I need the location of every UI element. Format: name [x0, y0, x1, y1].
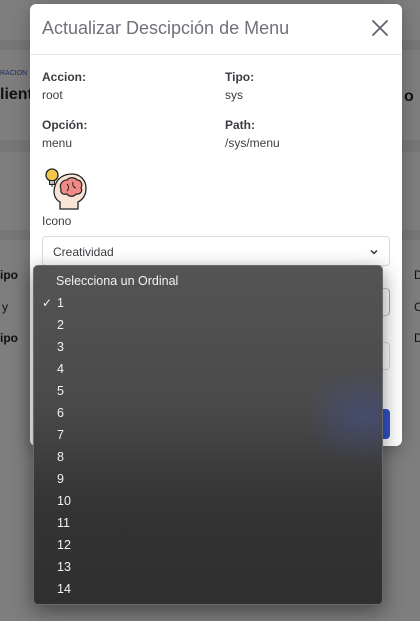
ordinal-option-label: 3 [57, 340, 64, 354]
path-value: /sys/menu [225, 136, 280, 150]
ordinal-option[interactable]: 11 [34, 512, 382, 534]
modal-title: Actualizar Descipción de Menu [42, 18, 290, 38]
ordinal-option-label: 4 [57, 362, 64, 376]
ordinal-option[interactable]: 3 [34, 336, 382, 358]
ordinal-option-label: 8 [57, 450, 64, 464]
icon-select[interactable]: Creatividad [42, 236, 390, 266]
checkmark-icon: ✓ [42, 296, 53, 310]
ordinal-option[interactable]: 13 [34, 556, 382, 578]
ordinal-option-label: 6 [57, 406, 64, 420]
dropdown-header-option[interactable]: Selecciona un Ordinal [34, 270, 382, 292]
icon-select-value: Creatividad [53, 245, 114, 259]
opcion-value: menu [42, 136, 73, 150]
ordinal-option-label: 14 [57, 582, 71, 596]
ordinal-option-label: 13 [57, 560, 71, 574]
ordinal-option-label: 5 [57, 384, 64, 398]
tipo-value: sys [225, 88, 243, 102]
ordinal-option[interactable]: 12 [34, 534, 382, 556]
ordinal-option-label: 2 [57, 318, 64, 332]
ordinal-option[interactable]: 9 [34, 468, 382, 490]
icono-label: Icono [42, 214, 72, 228]
ordinal-option[interactable]: 5 [34, 380, 382, 402]
ordinal-option-label: 9 [57, 472, 64, 486]
ordinal-option-label: 11 [57, 516, 70, 530]
ordinal-option[interactable]: 7 [34, 424, 382, 446]
tipo-label: Tipo: [225, 70, 255, 84]
ordinal-option[interactable]: 14 [34, 578, 382, 600]
path-label: Path: [225, 118, 255, 132]
ordinal-dropdown[interactable]: Selecciona un Ordinal ✓ 1 2 3 4 5 6 7 8 9 10 11 12 13… [33, 265, 383, 605]
modal-header: Actualizar Descipción de Menu [30, 4, 402, 55]
ordinal-option-label: 7 [57, 428, 64, 442]
ordinal-option[interactable]: ✓ 1 [34, 292, 382, 314]
brain-lightbulb-icon [42, 166, 88, 212]
ordinal-option[interactable]: 10 [34, 490, 382, 512]
close-button[interactable] [368, 16, 392, 40]
ordinal-option[interactable]: 8 [34, 446, 382, 468]
ordinal-option-label: 10 [57, 494, 71, 508]
ordinal-option[interactable]: 2 [34, 314, 382, 336]
ordinal-option[interactable]: 6 [34, 402, 382, 424]
close-icon [372, 20, 388, 36]
ordinal-option-label: 12 [57, 538, 71, 552]
ordinal-option[interactable]: 4 [34, 358, 382, 380]
accion-label: Accion: [42, 70, 87, 84]
ordinal-option-label: 1 [57, 296, 64, 310]
accion-value: root [42, 88, 63, 102]
chevron-down-icon [369, 246, 379, 260]
opcion-label: Opción: [42, 118, 88, 132]
